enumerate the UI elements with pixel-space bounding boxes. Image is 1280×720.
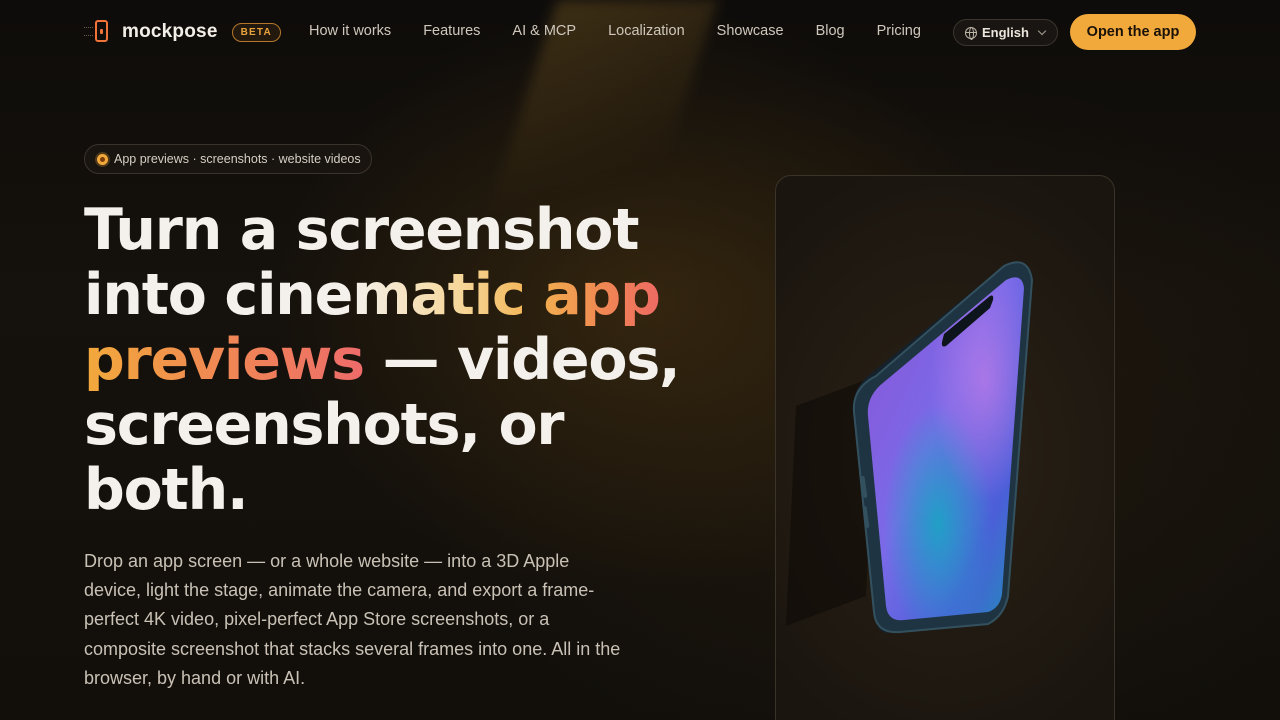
language-label: English xyxy=(982,25,1029,40)
globe-icon xyxy=(965,26,977,40)
hero-description: Drop an app screen — or a whole website … xyxy=(84,551,621,688)
brand-name: mockpose xyxy=(122,21,218,42)
nav-link-how-it-works[interactable]: How it works xyxy=(309,23,391,39)
record-dot-icon xyxy=(97,153,108,165)
nav-link-localization[interactable]: Localization xyxy=(608,23,685,39)
top-navigation: mockpose BETA How it works Features AI &… xyxy=(0,0,1280,64)
nav-link-showcase[interactable]: Showcase xyxy=(717,23,784,39)
nav-links: How it works Features AI & MCP Localizat… xyxy=(309,23,921,39)
hero-headline: Turn a screenshot into cinematic app pre… xyxy=(84,198,684,523)
headline-part-2: matic app xyxy=(352,262,661,328)
headline-part-3: previews xyxy=(84,327,365,393)
device-preview-card[interactable] xyxy=(775,175,1115,720)
brand-logo[interactable]: mockpose BETA xyxy=(84,18,281,46)
beta-badge: BETA xyxy=(231,22,281,42)
hero-tag-pill: App previews · screenshots · website vid… xyxy=(84,144,372,174)
nav-link-features[interactable]: Features xyxy=(423,23,480,39)
nav-link-blog[interactable]: Blog xyxy=(816,23,845,39)
nav-link-ai-mcp[interactable]: AI & MCP xyxy=(512,23,576,39)
iphone-3d-render xyxy=(786,261,1034,634)
chevron-down-icon xyxy=(1037,26,1047,36)
phone-logo-icon xyxy=(84,18,114,46)
language-selector[interactable]: English xyxy=(953,19,1058,46)
open-app-button[interactable]: Open the app xyxy=(1070,14,1196,50)
hero-tag-text: App previews · screenshots · website vid… xyxy=(114,152,361,166)
nav-link-pricing[interactable]: Pricing xyxy=(877,23,921,39)
